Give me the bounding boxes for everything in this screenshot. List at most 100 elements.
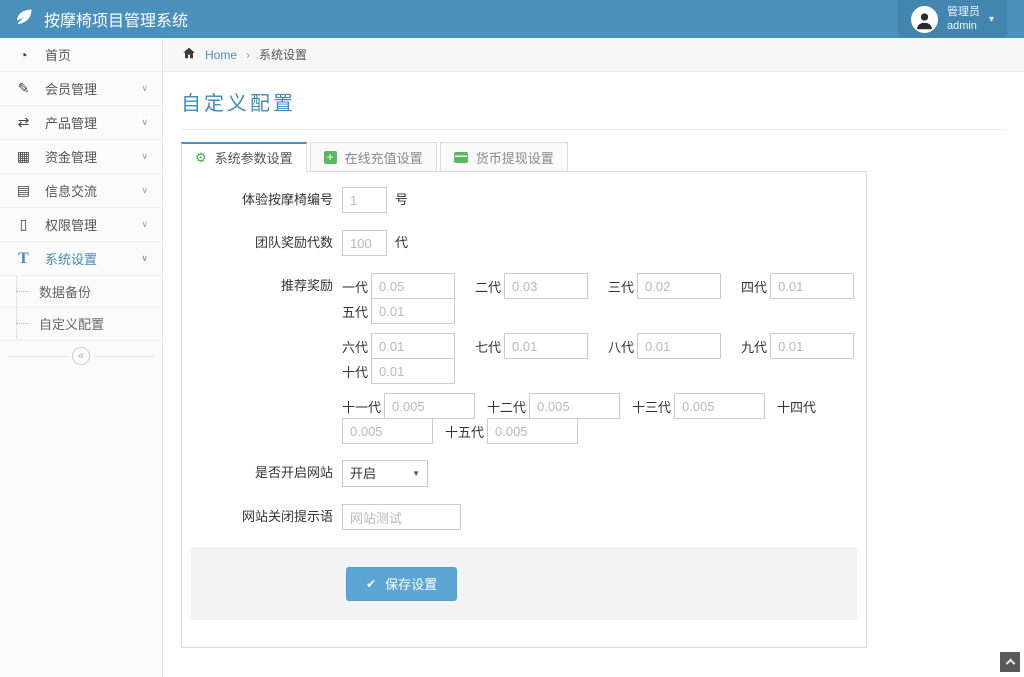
edit-icon: ✎ (15, 80, 32, 97)
sidebar-item-products[interactable]: ⇄ 产品管理 ∨ (0, 106, 162, 140)
sidebar-item-messages[interactable]: ▤ 信息交流 ∨ (0, 174, 162, 208)
plus-square-icon: + (324, 151, 337, 164)
sidebar-item-permissions[interactable]: ▯ 权限管理 ∨ (0, 208, 162, 242)
breadcrumb: Home › 系统设置 (164, 38, 1024, 72)
credit-card-icon (454, 152, 468, 163)
chair-number-unit: 号 (395, 187, 408, 213)
generation-label: 八代 (608, 337, 634, 356)
generation-10-input[interactable] (371, 358, 455, 384)
chevron-down-icon: ∨ (141, 219, 148, 230)
home-icon (182, 46, 196, 63)
sidebar: ◔ 首页 ✎ 会员管理 ∨ ⇄ 产品管理 ∨ ▦ 资金管理 ∨ ▤ 信息交流 ∨… (0, 38, 163, 677)
generation-2-input[interactable] (504, 273, 588, 299)
user-avatar (911, 6, 938, 33)
user-name: admin (947, 19, 980, 33)
title-divider (181, 129, 1007, 130)
close-message-label: 网站关闭提示语 (182, 504, 342, 530)
team-reward-label: 团队奖励代数 (182, 230, 342, 256)
tab-system-params[interactable]: ⚙ 系统参数设置 (181, 142, 307, 172)
chair-number-input[interactable] (342, 187, 387, 213)
tab-currency-withdraw[interactable]: 货币提现设置 (440, 142, 568, 172)
settings-panel: 体验按摩椅编号 号 团队奖励代数 代 推荐奖励 一代 (181, 171, 867, 648)
tree-dash (16, 323, 28, 324)
system-settings-submenu: 数据备份 自定义配置 (0, 276, 162, 341)
sidebar-item-home[interactable]: ◔ 首页 (0, 38, 162, 72)
generation-label: 十二代 (487, 397, 526, 416)
generation-label: 十代 (342, 362, 368, 381)
generation-label: 七代 (475, 337, 501, 356)
generation-11-input[interactable] (384, 393, 475, 419)
breadcrumb-home-link[interactable]: Home (205, 48, 237, 62)
chevron-down-icon: ∨ (141, 151, 148, 162)
tab-bar: ⚙ 系统参数设置 + 在线充值设置 货币提现设置 (181, 142, 1007, 172)
page-title: 自定义配置 (181, 87, 1007, 116)
caret-down-icon: ▾ (989, 14, 994, 25)
chevron-down-icon: ∨ (141, 185, 148, 196)
chevron-down-icon: ∨ (141, 253, 148, 264)
generation-14-input[interactable] (342, 418, 433, 444)
generation-label: 十三代 (632, 397, 671, 416)
file-icon: ▯ (15, 216, 32, 233)
check-icon: ✔ (366, 577, 376, 591)
leaf-icon (14, 7, 34, 32)
tree-line (16, 308, 17, 339)
app-header: 按摩椅项目管理系统 管理员 admin ▾ (0, 0, 1024, 38)
tab-online-recharge[interactable]: + 在线充值设置 (310, 142, 437, 172)
breadcrumb-separator: › (246, 48, 250, 62)
user-menu[interactable]: 管理员 admin ▾ (898, 0, 1007, 38)
reward-label: 推荐奖励 (182, 273, 342, 324)
breadcrumb-current: 系统设置 (259, 46, 307, 63)
calendar-icon: ▦ (15, 148, 32, 165)
generation-label: 四代 (741, 277, 767, 296)
gears-icon: ⚙ (195, 150, 207, 166)
generation-4-input[interactable] (770, 273, 854, 299)
sidebar-item-members[interactable]: ✎ 会员管理 ∨ (0, 72, 162, 106)
tree-line (16, 276, 17, 307)
user-role: 管理员 (947, 5, 980, 19)
app-logo: 按摩椅项目管理系统 (0, 0, 188, 38)
chevron-up-icon (1005, 659, 1015, 669)
generation-8-input[interactable] (637, 333, 721, 359)
sidebar-item-funds[interactable]: ▦ 资金管理 ∨ (0, 140, 162, 174)
generation-label: 十五代 (445, 422, 484, 441)
chair-number-label: 体验按摩椅编号 (182, 187, 342, 213)
generation-9-input[interactable] (770, 333, 854, 359)
text-icon: T (15, 250, 32, 268)
generation-label: 二代 (475, 277, 501, 296)
chevron-down-icon: ∨ (141, 83, 148, 94)
generation-5-input[interactable] (371, 298, 455, 324)
generation-15-input[interactable] (487, 418, 578, 444)
save-settings-button[interactable]: ✔ 保存设置 (346, 567, 457, 601)
generation-7-input[interactable] (504, 333, 588, 359)
website-switch-label: 是否开启网站 (182, 460, 342, 487)
sidebar-subitem-custom-config[interactable]: 自定义配置 (0, 308, 162, 340)
sidebar-item-system-settings[interactable]: T 系统设置 ∨ (0, 242, 162, 276)
form-actions-bar: ✔ 保存设置 (191, 547, 857, 620)
list-icon: ▤ (15, 182, 32, 199)
generation-6-input[interactable] (371, 333, 455, 359)
generation-13-input[interactable] (674, 393, 765, 419)
generation-label: 三代 (608, 277, 634, 296)
generation-3-input[interactable] (637, 273, 721, 299)
main-area: Home › 系统设置 自定义配置 ⚙ 系统参数设置 + 在线充值设置 货币提现… (164, 38, 1024, 677)
generation-label: 九代 (741, 337, 767, 356)
generation-label: 五代 (342, 302, 368, 321)
dashboard-icon: ◔ (15, 47, 32, 63)
chevron-down-icon: ∨ (141, 117, 148, 128)
sidebar-subitem-data-backup[interactable]: 数据备份 (0, 276, 162, 308)
sidebar-collapse-row: « (0, 341, 162, 371)
shuffle-icon: ⇄ (15, 114, 32, 131)
sidebar-collapse-button[interactable]: « (72, 347, 90, 365)
generation-label: 十一代 (342, 397, 381, 416)
tree-dash (16, 291, 28, 292)
generation-label: 六代 (342, 337, 368, 356)
team-reward-input[interactable] (342, 230, 387, 256)
app-title: 按摩椅项目管理系统 (44, 7, 188, 31)
back-to-top-button[interactable] (1000, 652, 1020, 672)
generation-1-input[interactable] (371, 273, 455, 299)
generation-label: 一代 (342, 277, 368, 296)
close-message-input[interactable] (342, 504, 461, 530)
team-reward-unit: 代 (395, 230, 408, 256)
generation-12-input[interactable] (529, 393, 620, 419)
website-switch-select[interactable]: 开启 (342, 460, 428, 487)
